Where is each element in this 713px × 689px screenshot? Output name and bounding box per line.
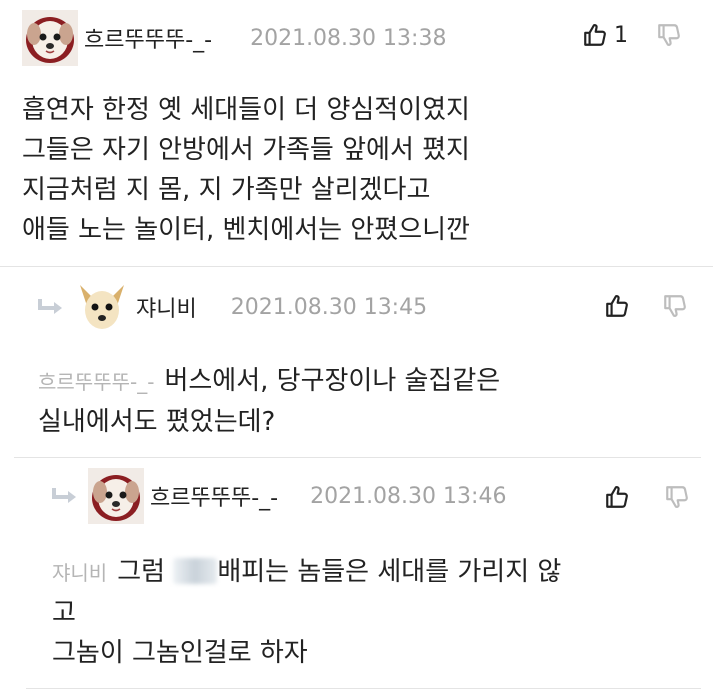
comment-line: 흐르뚜뚜뚜-_- 버스에서, 당구장이나 술집같은: [38, 361, 500, 402]
comment-header: 흐르뚜뚜뚜-_- 2021.08.30 13:38: [22, 8, 446, 68]
comment-line: 실내에서도 폈었는데?: [38, 407, 276, 437]
mention-tag[interactable]: 쟈니비: [52, 561, 107, 585]
author-name[interactable]: 흐르뚜뚜뚜-_-: [150, 480, 278, 512]
vote-area: 1: [582, 22, 682, 48]
comment-header: 쟈니비 2021.08.30 13:45: [36, 277, 427, 337]
thumbs-up-icon: [582, 22, 608, 48]
comment-line: 지금처럼 지 몸, 지 가족만 살리겠다고: [22, 175, 431, 205]
thumbs-down-icon: [662, 293, 688, 319]
comment-1: 흐르뚜뚜뚜-_- 2021.08.30 13:38 1 흡연자 한정 옛 세대들…: [0, 0, 713, 267]
dislike-button[interactable]: [662, 293, 688, 319]
thumbs-down-icon: [656, 22, 682, 48]
comment-3: 흐르뚜뚜뚜-_- 2021.08.30 13:46 쟈니비 그럼 배피는 놈들은 …: [26, 458, 701, 689]
thumbs-up-icon: [604, 293, 630, 319]
reply-arrow-icon: [36, 297, 66, 317]
comment-line: 고: [52, 598, 76, 628]
comment-body: 쟈니비 그럼 배피는 놈들은 세대를 가리지 않 고 그놈이 그놈인걸로 하자: [52, 552, 561, 673]
dislike-button[interactable]: [664, 484, 690, 510]
comment-text: 그럼: [117, 557, 166, 587]
thumbs-down-icon: [664, 484, 690, 510]
comment-date: 2021.08.30 13:38: [250, 25, 447, 51]
mention-tag[interactable]: 흐르뚜뚜뚜-_-: [38, 370, 154, 394]
like-button[interactable]: 1: [582, 22, 628, 48]
avatar[interactable]: [88, 468, 144, 524]
like-button[interactable]: [604, 293, 630, 319]
comment-line: 애들 노는 놀이터, 벤치에서는 안폈으니깐: [22, 215, 470, 245]
vote-area: [604, 484, 690, 510]
like-button[interactable]: [604, 484, 630, 510]
censored-text: [173, 558, 218, 584]
comment-line: 그놈이 그놈인걸로 하자: [52, 638, 308, 668]
vote-area: [604, 293, 688, 319]
dislike-button[interactable]: [656, 22, 682, 48]
comment-2: 쟈니비 2021.08.30 13:45 흐르뚜뚜뚜-_- 버스에서, 당구장이나…: [14, 267, 701, 458]
avatar[interactable]: [74, 279, 130, 335]
avatar[interactable]: [22, 10, 78, 66]
thumbs-up-icon: [604, 484, 630, 510]
comment-body: 흡연자 한정 옛 세대들이 더 양심적이였지 그들은 자기 안방에서 가족들 앞…: [22, 90, 470, 250]
comment-line: 쟈니비 그럼 배피는 놈들은 세대를 가리지 않: [52, 552, 561, 593]
comment-body: 흐르뚜뚜뚜-_- 버스에서, 당구장이나 술집같은 실내에서도 폈었는데?: [38, 361, 500, 442]
comment-header: 흐르뚜뚜뚜-_- 2021.08.30 13:46: [50, 466, 506, 526]
comment-line: 그들은 자기 안방에서 가족들 앞에서 폈지: [22, 135, 470, 165]
author-name[interactable]: 쟈니비: [136, 291, 197, 323]
comment-date: 2021.08.30 13:45: [230, 294, 428, 320]
comment-line: 흡연자 한정 옛 세대들이 더 양심적이였지: [22, 95, 470, 125]
reply-arrow-icon: [50, 486, 80, 506]
author-name[interactable]: 흐르뚜뚜뚜-_-: [84, 22, 212, 54]
comment-text: 버스에서, 당구장이나 술집같은: [164, 366, 501, 396]
comment-date: 2021.08.30 13:46: [310, 483, 507, 509]
like-count: 1: [614, 22, 628, 48]
comment-text: 배피는 놈들은 세대를 가리지 않: [217, 557, 562, 587]
